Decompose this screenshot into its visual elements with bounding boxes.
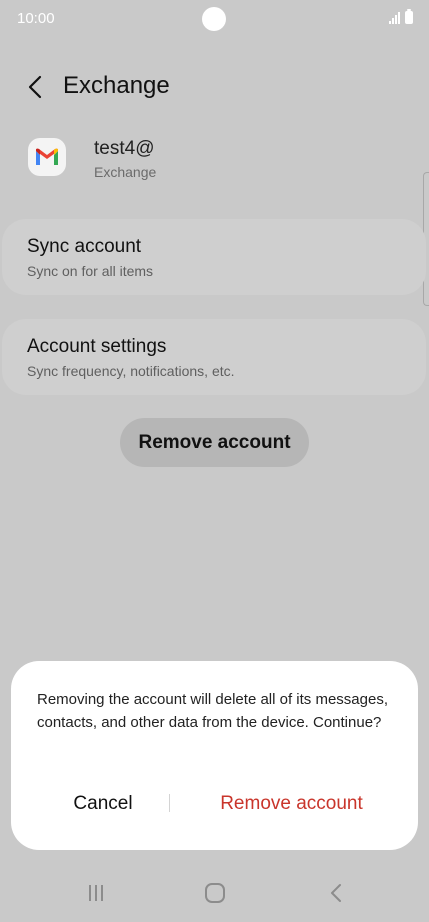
app-header: Exchange: [0, 60, 429, 110]
remove-account-dialog: Removing the account will delete all of …: [11, 661, 418, 850]
dialog-divider: [169, 794, 170, 812]
account-settings-card[interactable]: Account settings Sync frequency, notific…: [2, 319, 426, 395]
card-title: Sync account: [27, 236, 142, 257]
status-icons: [389, 9, 413, 24]
account-email: test4@: [94, 138, 155, 159]
home-button[interactable]: [200, 880, 230, 906]
confirm-remove-button[interactable]: Remove account: [189, 789, 394, 819]
signal-icon: [389, 12, 400, 24]
cancel-button[interactable]: Cancel: [41, 789, 165, 819]
chevron-left-icon: [28, 75, 42, 99]
home-icon: [205, 883, 225, 903]
back-button[interactable]: [18, 70, 52, 104]
status-time: 10:00: [17, 10, 55, 27]
remove-account-button[interactable]: Remove account: [120, 418, 309, 467]
recents-icon: [89, 885, 103, 901]
sync-account-card[interactable]: Sync account Sync on for all items: [2, 219, 426, 295]
account-type: Exchange: [94, 164, 157, 180]
card-title: Account settings: [27, 336, 167, 357]
status-bar: 10:00: [0, 0, 429, 36]
dialog-message: Removing the account will delete all of …: [37, 691, 389, 731]
gmail-icon: [28, 138, 66, 176]
page-title: Exchange: [63, 72, 170, 99]
card-subtitle: Sync on for all items: [27, 263, 154, 279]
battery-icon: [405, 9, 413, 24]
navigation-bar: [0, 862, 429, 922]
camera-cutout: [202, 7, 226, 31]
account-info: test4@ Exchange: [0, 128, 429, 190]
nav-back-button[interactable]: [321, 880, 351, 906]
card-subtitle: Sync frequency, notifications, etc.: [27, 363, 235, 379]
back-icon: [331, 884, 341, 902]
recents-button[interactable]: [81, 880, 111, 906]
